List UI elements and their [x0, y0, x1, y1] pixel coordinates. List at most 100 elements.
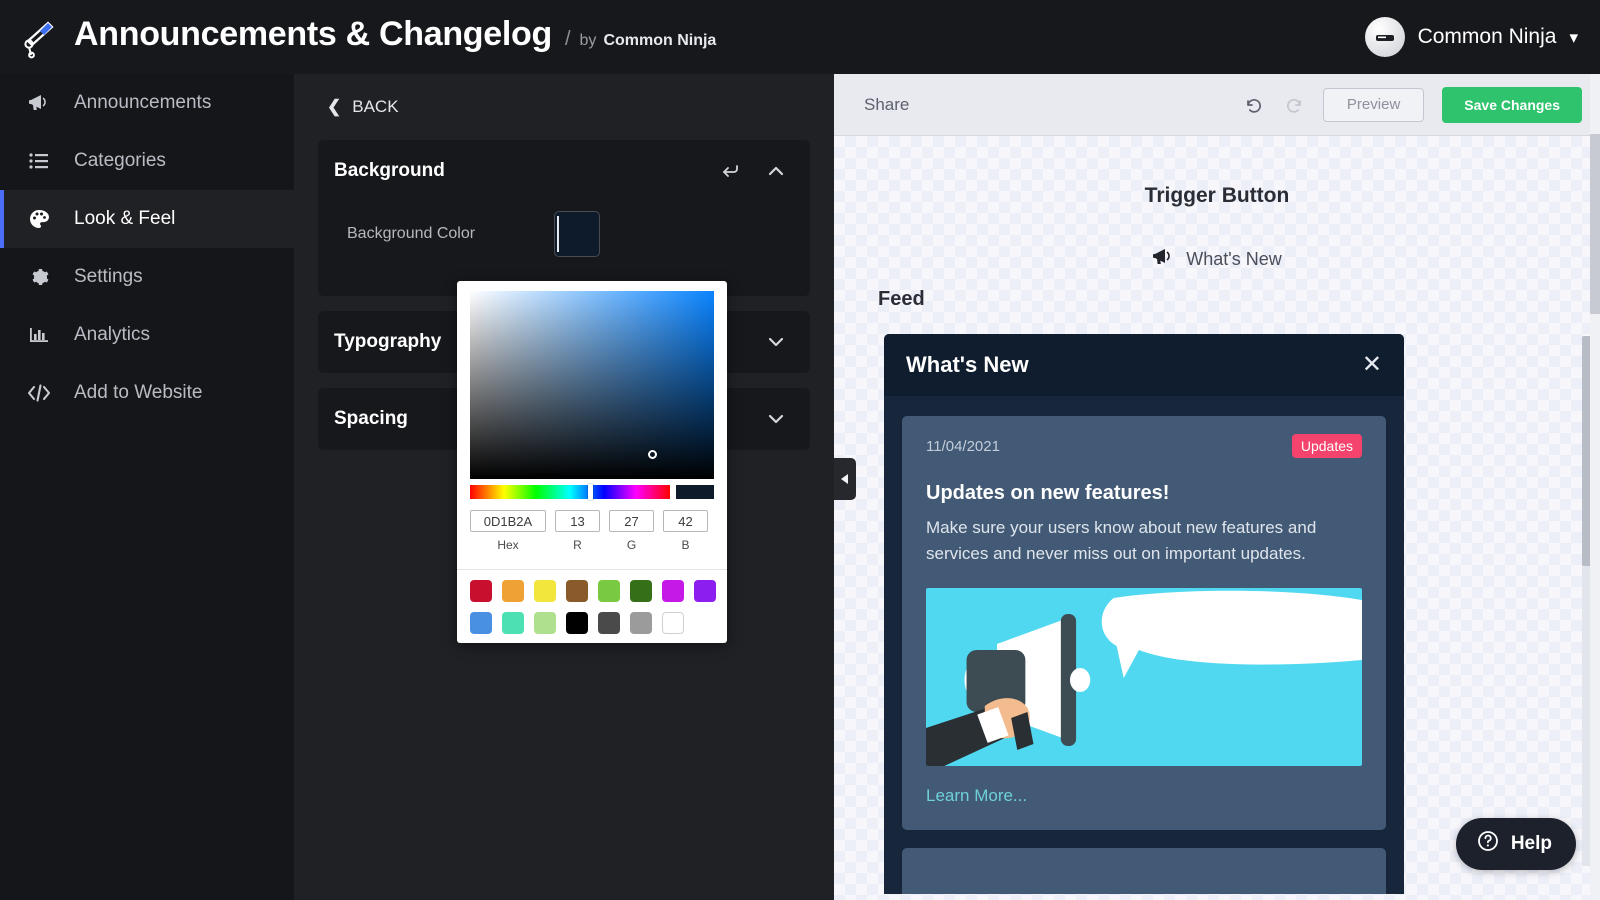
- page-scrollbar-thumb[interactable]: [1590, 134, 1600, 314]
- hue-row: [470, 484, 714, 500]
- preset-swatch[interactable]: [598, 612, 620, 634]
- g-field-wrap: G: [609, 510, 654, 552]
- r-input[interactable]: [555, 510, 600, 532]
- b-field-wrap: B: [663, 510, 708, 552]
- card-date: 11/04/2021: [926, 437, 1000, 455]
- hue-slider-thumb[interactable]: [588, 484, 593, 500]
- preset-swatch[interactable]: [470, 612, 492, 634]
- feed-section-title: Feed: [878, 288, 925, 310]
- chevron-left-icon: [841, 474, 848, 484]
- preset-swatch[interactable]: [662, 580, 684, 602]
- megaphone-icon: [18, 15, 62, 59]
- sidebar-item-label: Analytics: [74, 324, 151, 345]
- megaphone-icon: [26, 92, 52, 114]
- page-scrollbar[interactable]: [1590, 74, 1600, 900]
- announcement-widget: What's New ✕ 11/04/2021 Updates Updates …: [884, 334, 1404, 894]
- background-color-swatch[interactable]: [554, 211, 600, 257]
- account-menu[interactable]: Common Ninja ▾: [1364, 0, 1578, 74]
- back-button[interactable]: ❮ BACK: [294, 74, 834, 140]
- account-name: Common Ninja: [1417, 25, 1557, 48]
- palette-icon: [26, 208, 52, 230]
- collapse-preview-handle[interactable]: [834, 458, 856, 500]
- megaphone-icon: [1152, 246, 1174, 273]
- section-background-header[interactable]: Background: [318, 140, 810, 202]
- announcement-card-partial[interactable]: [902, 847, 1386, 894]
- sidebar-item-settings[interactable]: Settings: [0, 248, 294, 306]
- hue-slider[interactable]: [470, 484, 670, 500]
- by-name: Common Ninja: [603, 32, 717, 49]
- brand: Announcements & Changelog / by Common Ni…: [0, 15, 716, 59]
- list-icon: [26, 150, 52, 172]
- widget-body: 11/04/2021 Updates Updates on new featur…: [884, 396, 1404, 894]
- sidebar-item-announcements[interactable]: Announcements: [0, 74, 294, 132]
- saturation-value-area[interactable]: [470, 291, 714, 479]
- chevron-down-icon[interactable]: ▾: [1569, 29, 1578, 46]
- card-title: Updates on new features!: [926, 482, 1170, 504]
- hex-field-wrap: Hex: [470, 510, 546, 552]
- preset-swatch[interactable]: [502, 612, 524, 634]
- chevron-up-icon[interactable]: [767, 162, 785, 180]
- preset-swatch[interactable]: [662, 612, 684, 634]
- status-badge: Updates: [1291, 434, 1362, 458]
- share-button[interactable]: Share: [864, 95, 909, 115]
- g-input[interactable]: [609, 510, 654, 532]
- sidebar-item-label: Settings: [74, 266, 143, 287]
- g-label: G: [626, 538, 637, 552]
- learn-more-link[interactable]: Learn More...: [926, 786, 1027, 806]
- sidebar-item-add-to-website[interactable]: Add to Website: [0, 364, 294, 422]
- preset-swatches: [470, 580, 718, 634]
- sidebar: Announcements Categories Look & Feel Set…: [0, 74, 294, 900]
- preset-swatch[interactable]: [566, 612, 588, 634]
- trigger-button[interactable]: What's New: [834, 246, 1600, 273]
- undo-icon[interactable]: [1243, 94, 1265, 116]
- chevron-left-icon: ❮: [327, 97, 342, 116]
- card-text: Make sure your users know about new feat…: [926, 518, 1317, 564]
- redo-icon[interactable]: [1283, 94, 1305, 116]
- widget-header: What's New ✕: [884, 334, 1404, 396]
- chevron-down-icon[interactable]: [767, 410, 785, 428]
- page-title: Announcements & Changelog: [74, 15, 552, 53]
- preview-button[interactable]: Preview: [1322, 87, 1425, 122]
- section-title: Spacing: [334, 408, 408, 429]
- close-icon[interactable]: ✕: [1362, 353, 1382, 377]
- section-title: Typography: [334, 331, 442, 352]
- sidebar-item-analytics[interactable]: Analytics: [0, 306, 294, 364]
- preset-swatch[interactable]: [566, 580, 588, 602]
- trigger-button-label: What's New: [1186, 249, 1282, 269]
- by-label: by: [579, 32, 597, 49]
- preset-swatch[interactable]: [470, 580, 492, 602]
- chevron-down-icon[interactable]: [767, 333, 785, 351]
- field-label: Background Color: [347, 225, 476, 242]
- color-picker-popover[interactable]: Hex R G B: [457, 281, 727, 643]
- b-input[interactable]: [663, 510, 708, 532]
- preset-swatch[interactable]: [694, 580, 716, 602]
- sidebar-item-label: Look & Feel: [74, 208, 176, 229]
- help-label: Help: [1510, 833, 1552, 854]
- announcement-card[interactable]: 11/04/2021 Updates Updates on new featur…: [902, 416, 1386, 830]
- code-icon: [26, 382, 52, 404]
- color-value-fields: Hex R G B: [470, 510, 714, 552]
- section-title: Background: [334, 160, 445, 181]
- gear-icon: [26, 266, 52, 288]
- sidebar-item-look-and-feel[interactable]: Look & Feel: [0, 190, 294, 248]
- title-separator: /: [564, 28, 571, 50]
- preset-swatch[interactable]: [502, 580, 524, 602]
- widget-title: What's New: [906, 352, 1029, 377]
- sidebar-item-categories[interactable]: Categories: [0, 132, 294, 190]
- preset-swatch[interactable]: [534, 612, 556, 634]
- preview-toolbar: Share Preview Save Changes: [834, 74, 1600, 136]
- b-label: B: [681, 538, 690, 552]
- hex-input[interactable]: [470, 510, 546, 532]
- bar-chart-icon: [26, 324, 52, 346]
- help-button[interactable]: Help: [1455, 818, 1576, 870]
- preset-swatch[interactable]: [598, 580, 620, 602]
- megaphone-illustration: [926, 587, 1362, 766]
- reset-arrow-icon[interactable]: [721, 161, 741, 181]
- preview-canvas: Trigger Button What's New Feed What's Ne…: [834, 136, 1600, 900]
- app-header: Announcements & Changelog / by Common Ni…: [0, 0, 1600, 74]
- saturation-cursor[interactable]: [648, 450, 657, 459]
- preset-swatch[interactable]: [630, 612, 652, 634]
- preset-swatch[interactable]: [630, 580, 652, 602]
- preset-swatch[interactable]: [534, 580, 556, 602]
- save-changes-button[interactable]: Save Changes: [1442, 86, 1582, 123]
